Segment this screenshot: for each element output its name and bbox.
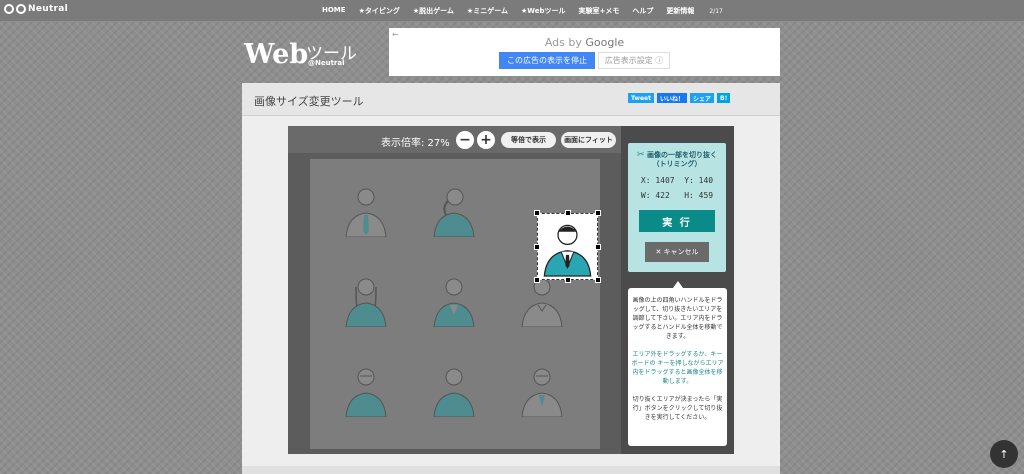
- ads-by-label: Ads by: [544, 36, 582, 49]
- image-preview[interactable]: [310, 159, 601, 449]
- nav-link-escape[interactable]: ★脱出ゲーム: [413, 6, 454, 16]
- help-text-2: エリア外をドラッグするか、キーボードの キーを押しながらエリア内をドラッグすると…: [631, 351, 724, 385]
- help-text-3: 切り抜くエリアが決まったら「実行」ボタンをクリックして切り抜きを実行してください…: [632, 396, 723, 421]
- avatar-woman-sweater: [426, 361, 482, 418]
- site-brand[interactable]: Neutral: [4, 4, 68, 14]
- crop-handle-br[interactable]: [595, 277, 601, 283]
- crop-coords-xy: X: 1407 Y: 140: [640, 176, 714, 185]
- zoom-in-button[interactable]: +: [477, 131, 495, 149]
- scroll-to-top-button[interactable]: ↑: [990, 440, 1018, 468]
- share-buttons: Tweet いいね！ シェア B!: [628, 93, 731, 103]
- trim-sidebar: ✂ 画像の一部を切り抜く （トリミング） X: 1407 Y: 140 W: 4…: [621, 126, 734, 454]
- image-editor: 表示倍率: 27% − + 等倍で表示 画面にフィット ✂ 画像の一部を切り抜く…: [288, 126, 734, 454]
- top-nav: Neutral HOME ★タイピング ★脱出ゲーム ★ミニゲーム ★Webツー…: [0, 0, 1024, 21]
- nav-links: HOME ★タイピング ★脱出ゲーム ★ミニゲーム ★Webツール 実験室+メモ…: [322, 6, 749, 16]
- crop-coords-wh: W: 422 H: 459: [640, 191, 714, 200]
- brand-label: Neutral: [28, 4, 69, 14]
- google-label: Google: [585, 36, 625, 49]
- nav-link-help[interactable]: ヘルプ: [632, 6, 653, 16]
- avatar-man-glasses-vest: [338, 361, 394, 418]
- nav-link-home[interactable]: HOME: [322, 6, 346, 16]
- cancel-button[interactable]: ✕ キャンセル: [645, 242, 709, 262]
- nav-link-updates[interactable]: 更新情報 2/17: [666, 6, 735, 16]
- panel-bottom: [242, 466, 780, 474]
- nav-link-webtool[interactable]: ★Webツール: [521, 6, 566, 16]
- ad-banner: ← Ads by Google この広告の表示を停止 広告表示設定 ⓘ: [389, 28, 780, 76]
- logo-web: Web: [244, 39, 309, 70]
- crop-handle-tr[interactable]: [595, 210, 601, 216]
- editor-toolbar: 表示倍率: 27% − + 等倍で表示 画面にフィット: [288, 126, 621, 153]
- crop-handle-bl[interactable]: [534, 277, 540, 283]
- zoom-level: 表示倍率: 27%: [381, 138, 450, 149]
- avatar-old-man-glasses: [514, 361, 570, 418]
- trim-panel: ✂ 画像の一部を切り抜く （トリミング） X: 1407 Y: 140 W: 4…: [628, 143, 726, 272]
- hatena-button[interactable]: B!: [717, 93, 731, 103]
- trim-title: ✂ 画像の一部を切り抜く （トリミング）: [628, 151, 726, 169]
- panel-titlebar: 画像サイズ変更ツール Tweet いいね！ シェア B!: [242, 83, 780, 116]
- logo-sub: @Neutral: [308, 59, 345, 67]
- nav-link-lab[interactable]: 実験室+メモ: [579, 6, 620, 16]
- trim-title-line1: 画像の一部を切り抜く: [646, 151, 717, 159]
- share-button[interactable]: シェア: [690, 93, 715, 103]
- nav-link-minigame[interactable]: ★ミニゲーム: [467, 6, 508, 16]
- crop-handle-l[interactable]: [534, 244, 540, 250]
- crop-handle-b[interactable]: [565, 277, 571, 283]
- crop-handle-t[interactable]: [565, 210, 571, 216]
- zoom-out-button[interactable]: −: [456, 131, 474, 149]
- page-title: 画像サイズ変更ツール: [254, 95, 364, 108]
- crop-selection[interactable]: [534, 210, 601, 283]
- site-logo[interactable]: Web ツール @Neutral: [244, 39, 357, 70]
- avatar-man-tie: [338, 181, 394, 238]
- avatar-woman-long-hair: [338, 271, 394, 328]
- ad-stop-button[interactable]: この広告の表示を停止: [499, 52, 595, 69]
- fit-screen-button[interactable]: 画面にフィット: [561, 132, 616, 148]
- ad-settings-button[interactable]: 広告表示設定 ⓘ: [598, 52, 670, 69]
- actual-size-button[interactable]: 等倍で表示: [501, 132, 556, 148]
- help-tooltip: 画像の上の四角いハンドルをドラッグして、切り抜きたいエリアを調節して下さい。エリ…: [628, 281, 727, 446]
- gear-icon-2: [16, 4, 26, 14]
- avatar-woman-ponytail: [426, 181, 482, 238]
- execute-button[interactable]: 実 行: [639, 210, 715, 232]
- ads-by-google: Ads by Google: [389, 36, 780, 49]
- nav-link-updates-label: 更新情報: [666, 7, 695, 15]
- update-badge: 2/17: [709, 8, 723, 15]
- trim-title-line2: （トリミング）: [652, 160, 702, 168]
- crop-handle-r[interactable]: [595, 244, 601, 250]
- crop-handle-tl[interactable]: [534, 210, 540, 216]
- selected-avatar: [543, 224, 592, 277]
- scissors-icon: ✂: [637, 150, 645, 160]
- avatar-man-jacket: [426, 271, 482, 328]
- help-text-1: 画像の上の四角いハンドルをドラッグして、切り抜きたいエリアを調節して下さい。エリ…: [632, 297, 723, 340]
- nav-link-typing[interactable]: ★タイピング: [359, 6, 400, 16]
- like-button[interactable]: いいね！: [656, 93, 687, 103]
- gear-icon: [4, 4, 14, 14]
- tweet-button[interactable]: Tweet: [628, 93, 654, 103]
